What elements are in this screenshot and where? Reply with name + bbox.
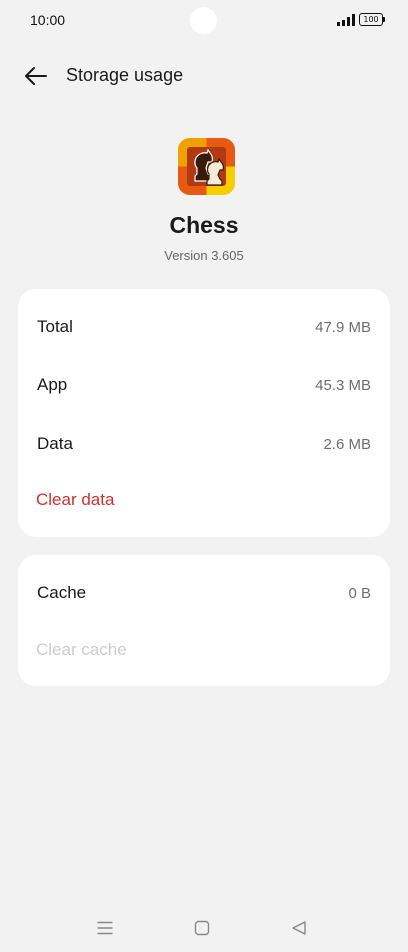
cache-card: Cache 0 B Clear cache: [18, 555, 390, 686]
storage-row-data: Data 2.6 MB: [37, 434, 371, 458]
navigation-bar: [0, 908, 408, 948]
home-icon: [194, 920, 210, 936]
storage-row-app: App 45.3 MB: [37, 375, 371, 399]
clear-cache-button[interactable]: Clear cache: [36, 640, 127, 660]
status-time: 10:00: [30, 12, 66, 28]
status-bar: 10:00 100: [0, 0, 408, 40]
battery-icon: 100: [359, 13, 385, 26]
back-nav-button[interactable]: [287, 918, 311, 938]
page-title: Storage usage: [66, 65, 184, 85]
row-value: 0 B: [348, 585, 371, 602]
header: Storage usage: [0, 56, 408, 96]
row-value: 2.6 MB: [323, 436, 371, 453]
back-button[interactable]: [20, 62, 52, 90]
arrow-left-icon: [25, 67, 47, 85]
home-button[interactable]: [190, 918, 214, 938]
storage-row-total: Total 47.9 MB: [37, 317, 371, 341]
camera-cutout: [190, 7, 217, 34]
back-triangle-icon: [292, 921, 306, 935]
app-version: Version 3.605: [164, 248, 244, 263]
cache-row: Cache 0 B: [37, 583, 371, 607]
row-label: Data: [37, 434, 73, 453]
menu-icon: [97, 921, 113, 935]
battery-level: 100: [359, 13, 383, 26]
signal-icon: [337, 14, 355, 26]
row-label: Total: [37, 317, 73, 336]
recent-apps-button[interactable]: [93, 918, 117, 938]
storage-card: Total 47.9 MB App 45.3 MB Data 2.6 MB Cl…: [18, 289, 390, 537]
row-value: 45.3 MB: [315, 377, 371, 394]
clear-data-button[interactable]: Clear data: [36, 490, 114, 510]
row-label: Cache: [37, 583, 87, 602]
app-name: Chess: [169, 212, 239, 238]
row-value: 47.9 MB: [315, 319, 371, 336]
chess-app-icon: [178, 138, 235, 195]
row-label: App: [37, 375, 68, 394]
